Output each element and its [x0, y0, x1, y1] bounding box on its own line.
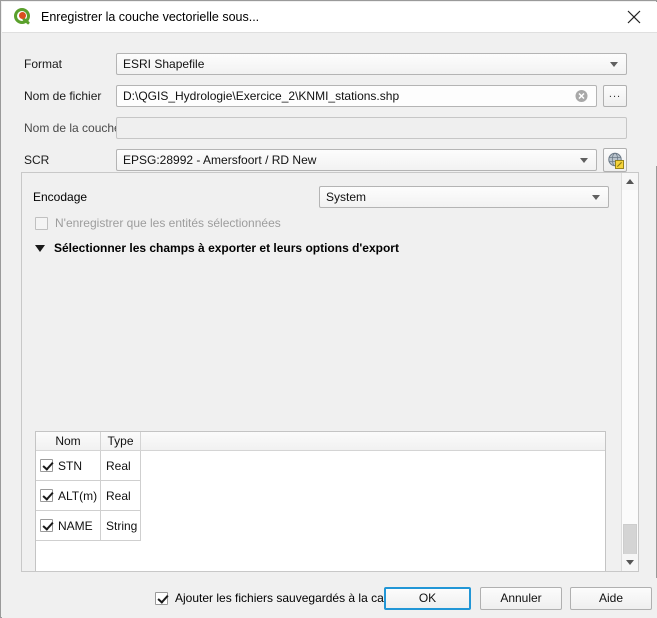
save-selected-only-label: N'enregistrer que les entités sélectionn… [55, 216, 281, 230]
field-type-cell[interactable]: Real [101, 451, 141, 481]
window-title: Enregistrer la couche vectorielle sous..… [41, 10, 260, 24]
browse-button[interactable]: ... [603, 85, 627, 107]
encoding-label: Encodage [33, 190, 88, 204]
save-selected-only-row[interactable]: N'enregistrer que les entités sélectionn… [35, 216, 281, 230]
field-name-cell[interactable]: STN [36, 451, 101, 481]
filename-label: Nom de fichier [24, 89, 102, 103]
format-combo[interactable]: ESRI Shapefile [116, 53, 627, 75]
select-crs-button[interactable] [603, 148, 627, 172]
column-header-type[interactable]: Type [101, 432, 141, 451]
filename-value: D:\QGIS_Hydrologie\Exercice_2\KNMI_stati… [123, 89, 400, 103]
format-row: Format ESRI Shapefile [2, 53, 657, 75]
crs-label: SCR [24, 153, 50, 167]
help-button[interactable]: Aide [570, 586, 652, 610]
chevron-down-icon [592, 195, 600, 200]
chevron-down-icon [35, 244, 45, 252]
field-name-label: ALT(m) [58, 488, 98, 503]
table-row[interactable]: STN Real [36, 451, 605, 481]
field-name-label: NAME [58, 518, 93, 533]
save-selected-only-checkbox[interactable] [35, 216, 48, 230]
scroll-down-icon[interactable] [622, 554, 638, 571]
chevron-down-icon [580, 158, 588, 163]
column-header-nom[interactable]: Nom [36, 432, 101, 451]
encoding-combo[interactable]: System [319, 186, 609, 208]
field-checkbox[interactable] [40, 489, 53, 502]
add-to-map-checkbox[interactable] [155, 591, 168, 605]
clear-icon[interactable] [574, 89, 589, 103]
title-bar: Enregistrer la couche vectorielle sous..… [2, 2, 657, 32]
fields-section-label: Sélectionner les champs à exporter et le… [54, 241, 399, 255]
field-type-cell[interactable]: Real [101, 481, 141, 511]
layername-input[interactable] [116, 117, 627, 139]
panel-scrollbar[interactable] [621, 173, 638, 571]
crs-row: SCR EPSG:28992 - Amersfoort / RD New [2, 148, 657, 172]
scroll-up-icon[interactable] [622, 173, 638, 190]
field-type-cell[interactable]: String [101, 511, 141, 541]
format-value: ESRI Shapefile [123, 57, 205, 71]
field-checkbox[interactable] [40, 519, 53, 532]
close-icon[interactable] [611, 2, 657, 32]
options-panel-content: Encodage System N'enregistrer que les en… [22, 173, 621, 571]
fields-section-header[interactable]: Sélectionner les champs à exporter et le… [35, 241, 399, 255]
add-to-map-row[interactable]: Ajouter les fichiers sauvegardés à la ca… [155, 591, 398, 605]
column-header-filler [141, 432, 605, 451]
chevron-down-icon [610, 62, 618, 67]
fields-group: Nom Type STN Real ALT(m) Real NAME Strin… [35, 431, 606, 571]
fields-table[interactable]: Nom Type STN Real ALT(m) Real NAME Strin… [35, 431, 606, 571]
layername-label: Nom de la couche [24, 121, 121, 135]
encoding-value: System [326, 190, 367, 204]
options-scroll-panel: Encodage System N'enregistrer que les en… [21, 172, 639, 572]
top-form: Format ESRI Shapefile Nom de fichier D:\… [2, 33, 657, 172]
fields-table-header: Nom Type [36, 432, 605, 451]
ok-button[interactable]: OK [384, 586, 471, 610]
filename-row: Nom de fichier D:\QGIS_Hydrologie\Exerci… [2, 85, 657, 107]
globe-edit-icon [607, 152, 624, 169]
save-vector-layer-dialog: Enregistrer la couche vectorielle sous..… [0, 0, 657, 618]
crs-combo[interactable]: EPSG:28992 - Amersfoort / RD New [116, 149, 597, 171]
field-name-cell[interactable]: ALT(m) [36, 481, 101, 511]
field-name-cell[interactable]: NAME [36, 511, 101, 541]
encoding-row: Encodage System [22, 186, 621, 208]
format-label: Format [24, 57, 63, 71]
field-checkbox[interactable] [40, 459, 53, 472]
cancel-button[interactable]: Annuler [480, 586, 562, 610]
table-row[interactable]: NAME String [36, 511, 605, 541]
table-row[interactable]: ALT(m) Real [36, 481, 605, 511]
layername-row: Nom de la couche [2, 117, 657, 139]
field-name-label: STN [58, 458, 82, 473]
filename-input[interactable]: D:\QGIS_Hydrologie\Exercice_2\KNMI_stati… [116, 85, 597, 107]
add-to-map-label: Ajouter les fichiers sauvegardés à la ca… [175, 591, 398, 605]
qgis-logo-icon [14, 8, 32, 26]
dialog-footer: Ajouter les fichiers sauvegardés à la ca… [2, 578, 657, 618]
crs-value: EPSG:28992 - Amersfoort / RD New [123, 153, 317, 167]
